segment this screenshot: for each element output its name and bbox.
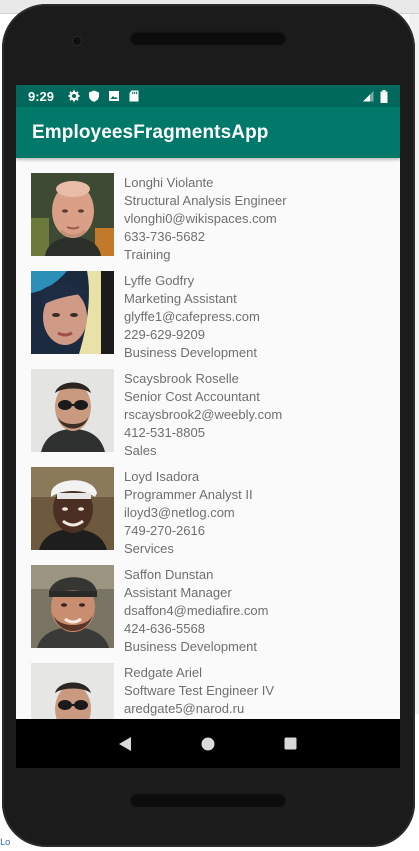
employee-name: Saffon Dunstan	[124, 567, 214, 582]
employee-info: Longhi Violante Structural Analysis Engi…	[124, 174, 287, 264]
employee-email: dsaffon4@mediafire.com	[124, 603, 269, 618]
employee-email: iloyd3@netlog.com	[124, 505, 235, 520]
employee-photo	[31, 565, 114, 648]
gear-icon	[68, 90, 80, 102]
employee-row[interactable]: Redgate Ariel Software Test Engineer IV …	[16, 648, 400, 719]
earpiece-speaker	[130, 31, 286, 45]
employee-name: Lyffe Godfry	[124, 273, 195, 288]
photo-icon	[108, 90, 120, 102]
employee-info: Lyffe Godfry Marketing Assistant glyffe1…	[124, 272, 260, 362]
employee-photo	[31, 271, 114, 354]
employee-info: Redgate Ariel Software Test Engineer IV …	[124, 664, 274, 718]
employee-row[interactable]: Lyffe Godfry Marketing Assistant glyffe1…	[16, 256, 400, 360]
phone-frame: 9:29 EmployeesFragmentsApp Longhi Violan…	[2, 4, 415, 847]
employee-email: glyffe1@cafepress.com	[124, 309, 260, 324]
sd-card-icon	[128, 90, 140, 102]
employee-title: Software Test Engineer IV	[124, 683, 275, 698]
shield-icon	[88, 90, 100, 102]
employee-phone: 424-636-5568	[124, 621, 205, 636]
employee-email: rscaysbrook2@weebly.com	[124, 407, 283, 422]
employee-phone: 412-531-8805	[124, 425, 205, 440]
employee-photo	[31, 369, 114, 452]
employee-photo	[31, 173, 114, 256]
host-window-link[interactable]: Lo	[0, 838, 10, 849]
employee-row[interactable]: Loyd Isadora Programmer Analyst II iloyd…	[16, 452, 400, 556]
status-time: 9:29	[28, 88, 55, 104]
employee-email: vlonghi0@wikispaces.com	[124, 211, 277, 226]
employee-title: Senior Cost Accountant	[124, 389, 260, 404]
employee-name: Redgate Ariel	[124, 665, 203, 680]
employee-row[interactable]: Longhi Violante Structural Analysis Engi…	[16, 158, 400, 262]
employee-row[interactable]: Saffon Dunstan Assistant Manager dsaffon…	[16, 550, 400, 654]
recents-icon[interactable]	[281, 734, 301, 754]
employee-title: Structural Analysis Engineer	[124, 193, 287, 208]
employee-photo	[31, 663, 114, 719]
home-icon[interactable]	[198, 734, 218, 754]
employee-name: Loyd Isadora	[124, 469, 200, 484]
employee-phone: 633-736-5682	[124, 229, 205, 244]
employee-title: Programmer Analyst II	[124, 487, 253, 502]
employee-name: Scaysbrook Roselle	[124, 371, 239, 386]
signal-icon	[362, 90, 374, 102]
navigation-bar	[16, 719, 400, 768]
status-bar: 9:29	[16, 85, 400, 107]
employee-info: Loyd Isadora Programmer Analyst II iloyd…	[124, 468, 253, 558]
bottom-speaker	[130, 793, 286, 807]
employee-info: Saffon Dunstan Assistant Manager dsaffon…	[124, 566, 268, 656]
back-icon[interactable]	[115, 734, 135, 754]
battery-icon	[380, 89, 388, 103]
device-screen: 9:29 EmployeesFragmentsApp Longhi Violan…	[16, 85, 400, 768]
employee-email: aredgate5@narod.ru	[124, 701, 245, 716]
employee-info: Scaysbrook Roselle Senior Cost Accountan…	[124, 370, 282, 460]
employee-photo	[31, 467, 114, 550]
status-right-icons	[362, 89, 388, 103]
app-title: EmployeesFragmentsApp	[32, 121, 269, 143]
employee-row[interactable]: Scaysbrook Roselle Senior Cost Accountan…	[16, 354, 400, 458]
front-camera	[73, 37, 81, 45]
employee-list[interactable]: Longhi Violante Structural Analysis Engi…	[16, 158, 400, 719]
employee-phone: 229-629-9209	[124, 327, 205, 342]
app-bar: EmployeesFragmentsApp	[16, 107, 400, 158]
employee-title: Marketing Assistant	[124, 291, 237, 306]
employee-name: Longhi Violante	[124, 175, 214, 190]
employee-phone: 749-270-2616	[124, 523, 205, 538]
employee-title: Assistant Manager	[124, 585, 232, 600]
